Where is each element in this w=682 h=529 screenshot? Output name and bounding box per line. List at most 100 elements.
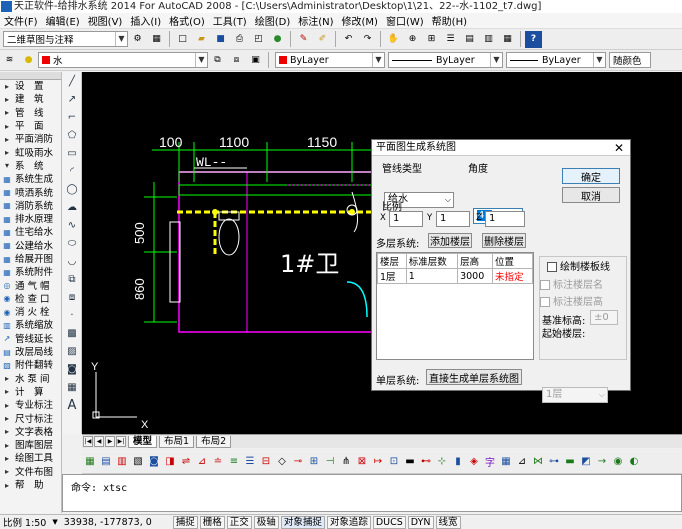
match-icon[interactable]: ✐ (314, 31, 331, 48)
table-cell[interactable]: 3000 (457, 268, 493, 284)
menu-format[interactable]: 格式(O) (165, 13, 209, 28)
layer-current-icon[interactable]: ⧉ (209, 52, 226, 69)
generate-single-button[interactable]: 直接生成单层系统图 (426, 369, 522, 385)
tab-layout1[interactable]: 布局1 (159, 435, 195, 448)
tool-icon[interactable]: ⊿ (196, 454, 209, 468)
tool-icon[interactable]: ▦ (500, 454, 513, 468)
mark-floor-height-checkbox[interactable]: 标注楼层高 (540, 293, 603, 308)
sidebar-item[interactable]: ▸ 设 置 (0, 80, 61, 93)
tool-icon[interactable]: ⇌ (180, 454, 193, 468)
scale-select[interactable]: 比例 1:50 (0, 515, 49, 529)
sidebar-item[interactable]: ▸ 专业标注 (0, 399, 61, 412)
sidebar-item[interactable]: ▸ 文件布图 (0, 466, 61, 479)
table-cell[interactable]: 1层 (377, 268, 407, 284)
sidebar-item[interactable]: ▸ 平面消防 (0, 133, 61, 146)
undo-icon[interactable]: ↶ (340, 31, 357, 48)
region-icon[interactable]: ◙ (63, 361, 81, 378)
sidebar-item[interactable]: ▥ 系统缩放 (0, 319, 61, 332)
tab-last-icon[interactable]: ▶| (116, 436, 126, 447)
checkbox-icon[interactable] (540, 297, 550, 307)
tool-icon[interactable]: ⊣ (324, 454, 337, 468)
tool-icon[interactable]: ▤ (100, 454, 113, 468)
tool-icon[interactable]: ▬ (404, 454, 417, 468)
sidebar-item[interactable]: ↗ 管线延长 (0, 333, 61, 346)
sidebar-item[interactable]: ◉ 检 查 口 (0, 293, 61, 306)
tool-icon[interactable]: ◩ (580, 454, 593, 468)
calculator-icon[interactable]: ▦ (499, 31, 516, 48)
tool-icon[interactable]: ◐ (628, 454, 641, 468)
table-row[interactable]: 1层 1 3000 未指定 (377, 268, 534, 284)
chevron-down-icon[interactable]: ▼ (49, 518, 60, 526)
layer-previous-icon[interactable]: ⧈ (228, 52, 245, 69)
scale-y-input[interactable]: 1 (436, 211, 470, 227)
layer-state-icon[interactable]: ▣ (247, 52, 264, 69)
menu-insert[interactable]: 插入(I) (126, 13, 165, 28)
toggle-polar[interactable]: 极轴 (253, 515, 279, 529)
toggle-lineweight[interactable]: 线宽 (435, 515, 461, 529)
tool-icon[interactable]: 字 (484, 454, 497, 469)
linetype-select[interactable]: ByLayer ▼ (388, 52, 503, 68)
tool-icon[interactable]: ⊷ (420, 454, 433, 468)
mtext-icon[interactable]: A (63, 397, 81, 414)
toggle-dyn[interactable]: DYN (407, 515, 434, 529)
make-block-icon[interactable]: ⧈ (63, 289, 81, 306)
scale-z-input[interactable]: 1 (485, 211, 525, 227)
scale-x-input[interactable]: 1 (389, 211, 423, 227)
tool-icon[interactable]: ◇ (276, 454, 289, 468)
table-icon[interactable]: ▦ (63, 379, 81, 396)
print-icon[interactable]: ⎙ (231, 31, 248, 48)
tool-icon[interactable]: ≡ (228, 454, 241, 468)
spline-icon[interactable]: ∿ (63, 217, 81, 234)
bulb-icon[interactable]: ● (20, 52, 37, 69)
tool-icon[interactable]: ⊠ (356, 454, 369, 468)
point-icon[interactable]: · (63, 307, 81, 324)
rectangle-icon[interactable]: ▭ (63, 145, 81, 162)
start-floor-select[interactable]: 1层 ⌵ (542, 387, 608, 403)
toggle-ortho[interactable]: 正交 (226, 515, 252, 529)
toggle-ducs[interactable]: DUCS (372, 515, 406, 529)
preview-icon[interactable]: ◰ (250, 31, 267, 48)
publish-icon[interactable]: ● (269, 31, 286, 48)
add-floor-button[interactable]: 添加楼层 (428, 233, 472, 248)
tool-icon[interactable]: ☰ (244, 454, 257, 468)
sidebar-item[interactable]: ▧ 附件翻转 (0, 359, 61, 372)
sidebar-item[interactable]: ▸ 平 面 (0, 120, 61, 133)
sidebar-item[interactable]: ▸ 绘图工具 (0, 452, 61, 465)
tool-icon[interactable]: ⊞ (308, 454, 321, 468)
toggle-snap[interactable]: 捕捉 (172, 515, 198, 529)
sidebar-item[interactable]: ▸ 建 筑 (0, 93, 61, 106)
tool-icon[interactable]: ▦ (84, 454, 97, 468)
redo-icon[interactable]: ↷ (359, 31, 376, 48)
sidebar-item[interactable]: ▤ 改层局线 (0, 346, 61, 359)
tool-icon[interactable]: ↦ (372, 454, 385, 468)
sidebar-item[interactable]: ▸ 文字表格 (0, 426, 61, 439)
tool-icon[interactable]: ⋈ (532, 454, 545, 468)
tool-icon[interactable]: ▥ (116, 454, 129, 468)
pan-icon[interactable]: ✋ (385, 31, 402, 48)
menu-modify[interactable]: 修改(M) (338, 13, 382, 28)
menu-dimension[interactable]: 标注(N) (294, 13, 337, 28)
sidebar-item[interactable]: ▸ 图库图层 (0, 439, 61, 452)
tool-icon[interactable]: ⊿ (516, 454, 529, 468)
sidebar-item[interactable]: ▾ 系 统 (0, 160, 61, 173)
layer-select[interactable]: 水 ▼ (38, 52, 208, 68)
plotstyle-select[interactable]: 随颜色 (609, 52, 651, 68)
tool-icon[interactable]: ⊶ (548, 454, 561, 468)
workspace-icon[interactable]: ▦ (148, 31, 165, 48)
tab-next-icon[interactable]: ▶ (105, 436, 115, 447)
mark-floor-name-checkbox[interactable]: 标注楼层名 (540, 276, 603, 291)
sidebar-item[interactable]: ▸ 虹吸雨水 (0, 146, 61, 159)
sidebar-item[interactable]: ▦ 公建给水 (0, 240, 61, 253)
properties-icon[interactable]: ☰ (442, 31, 459, 48)
table-cell[interactable]: 1 (405, 268, 459, 284)
sidebar-item[interactable]: ▸ 计 算 (0, 386, 61, 399)
tool-icon[interactable]: ⊡ (388, 454, 401, 468)
ray-icon[interactable]: ↗ (63, 91, 81, 108)
revcloud-icon[interactable]: ☁ (63, 199, 81, 216)
new-file-icon[interactable]: □ (174, 31, 191, 48)
tool-icon[interactable]: ⊟ (260, 454, 273, 468)
tab-layout2[interactable]: 布局2 (196, 435, 232, 448)
tool-icon[interactable]: ⊸ (292, 454, 305, 468)
sidebar-item[interactable]: ▦ 系统附件 (0, 266, 61, 279)
close-icon[interactable]: ✕ (614, 140, 624, 156)
